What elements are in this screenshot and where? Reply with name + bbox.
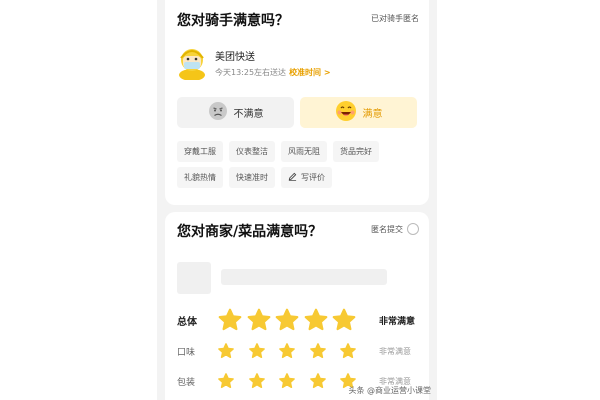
star-icon[interactable] [217,307,243,333]
merchant-section-title: 您对商家/菜品满意吗？ [177,224,323,240]
anonymous-radio[interactable] [407,223,419,235]
star-icon[interactable] [248,372,266,390]
rider-rating-card: 您对骑手满意吗？ 已对骑手匿名 美团快送 今天13:25左右送达校准时间 > [165,0,429,205]
rating-label: 总体 [177,316,197,328]
watermark-text: 头条 @商业运营小课堂 [348,386,431,395]
rider-tags: 穿戴工服 仪表整洁 风雨无阻 货品完好 礼貌热情 快速准时 写评价 [177,141,417,188]
star-group-packaging [217,372,357,390]
star-icon[interactable] [246,307,272,333]
star-icon[interactable] [217,342,235,360]
rating-text: 非常满意 [379,346,411,356]
rider-text: 美团快送 今天13:25左右送达 校准时间 > [215,48,331,78]
unsatisfied-button[interactable]: 不满意 [177,97,294,128]
satisfied-button[interactable]: 满意 [300,97,417,128]
rating-label: 口味 [177,347,196,358]
star-icon[interactable] [274,307,300,333]
tag-uniform[interactable]: 穿戴工服 [177,141,223,162]
rating-label: 包装 [177,377,196,388]
star-icon[interactable] [248,342,266,360]
star-icon[interactable] [339,342,357,360]
merchant-rating-card: 您对商家/菜品满意吗？ 匿名提交 总体 非常满意 口味 非常满意 包装 非常满意 [165,212,429,400]
anonymous-submit-label: 匿名提交 [371,224,403,234]
merchant-name-placeholder [221,269,387,285]
star-icon[interactable] [303,307,329,333]
pencil-icon [288,172,297,183]
star-icon[interactable] [278,342,296,360]
star-icon[interactable] [217,372,235,390]
rider-anonymous-label[interactable]: 已对骑手匿名 [371,13,419,24]
rider-name: 美团快送 [215,52,255,63]
rating-text: 非常满意 [379,316,416,327]
accuracy-link[interactable]: 校准时间 > [289,68,331,77]
rating-row-overall: 总体 非常满意 [177,308,421,332]
tag-polite[interactable]: 礼貌热情 [177,167,223,188]
sad-face-icon [208,101,228,124]
star-icon[interactable] [278,372,296,390]
watermark: 头条 @商业运营小课堂 [348,385,431,396]
star-icon[interactable] [331,307,357,333]
delivery-time: 今天13:25左右送达 校准时间 > [215,67,331,78]
star-icon[interactable] [309,342,327,360]
happy-face-icon [335,100,357,125]
write-review-label: 写评价 [301,173,325,182]
rider-avatar-icon [177,46,207,81]
tag-intact-goods[interactable]: 货品完好 [333,141,379,162]
merchant-image-placeholder [177,262,211,294]
star-group-taste [217,342,357,360]
tag-neat[interactable]: 仪表整洁 [229,141,275,162]
star-icon[interactable] [309,372,327,390]
star-group-overall [217,307,357,333]
tag-all-weather[interactable]: 风雨无阻 [281,141,327,162]
unsatisfied-label: 不满意 [233,109,264,120]
rider-satisfaction-buttons: 不满意 满意 [177,97,417,128]
rider-section-title: 您对骑手满意吗？ [177,13,289,29]
tag-on-time[interactable]: 快速准时 [229,167,275,188]
phone-screen: 您对骑手满意吗？ 已对骑手匿名 美团快送 今天13:25左右送达校准时间 > [157,0,437,400]
write-review-button[interactable]: 写评价 [281,167,332,188]
rating-row-taste: 口味 非常满意 [177,339,421,363]
anonymous-submit-toggle[interactable]: 匿名提交 [371,223,419,235]
satisfied-label: 满意 [362,109,383,120]
rider-info: 美团快送 今天13:25左右送达 校准时间 > [177,46,331,81]
delivery-time-text: 今天13:25左右送达 [215,68,287,77]
